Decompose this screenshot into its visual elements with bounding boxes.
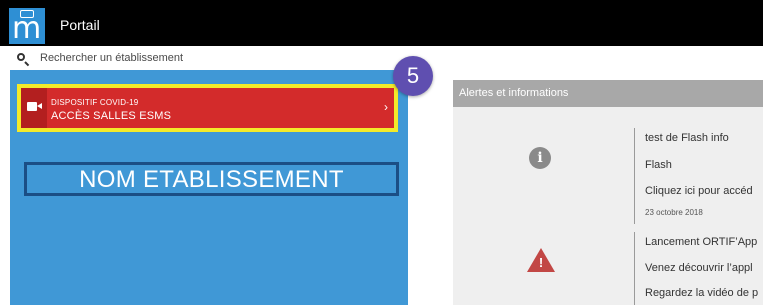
warning-icon: !	[527, 248, 555, 274]
info-icon: i	[529, 147, 553, 171]
alert-item-date: 23 octobre 2018	[645, 208, 703, 217]
step-number-badge: 5	[393, 56, 433, 96]
alert-item-title[interactable]: Lancement ORTIF’App	[645, 236, 757, 248]
alert-item[interactable]: Lancement ORTIF’App Venez découvrir l’ap…	[634, 232, 763, 305]
search-input[interactable]	[40, 49, 380, 67]
top-bar: m Portail	[0, 0, 763, 46]
app-title: Portail	[60, 17, 100, 33]
chevron-right-icon: ›	[384, 100, 388, 114]
alert-item-link[interactable]: Regardez la vidéo de p	[645, 287, 758, 299]
alert-item-title[interactable]: test de Flash info	[645, 132, 729, 144]
search-bar	[0, 46, 408, 70]
alerts-header: Alertes et informations	[453, 80, 763, 107]
alert-item[interactable]: test de Flash info Flash Cliquez ici pou…	[634, 128, 763, 224]
establishment-name: NOM ETABLISSEMENT	[24, 162, 399, 196]
alert-item-text: Venez découvrir l’appl	[645, 262, 753, 274]
alert-item-category: Flash	[645, 159, 672, 171]
logo-letter-icon: m	[12, 11, 42, 46]
covid-access-card[interactable]: DISPOSITIF COVID-19 ACCÈS SALLES ESMS ›	[17, 84, 398, 132]
alert-item-link[interactable]: Cliquez ici pour accéd	[645, 185, 753, 197]
app-logo[interactable]: m	[9, 8, 45, 44]
covid-card-title: DISPOSITIF COVID-19	[51, 98, 139, 107]
covid-card-icon-tile	[21, 88, 47, 128]
video-camera-icon	[27, 102, 42, 111]
search-icon	[17, 53, 25, 61]
covid-card-subtitle: ACCÈS SALLES ESMS	[51, 110, 172, 122]
